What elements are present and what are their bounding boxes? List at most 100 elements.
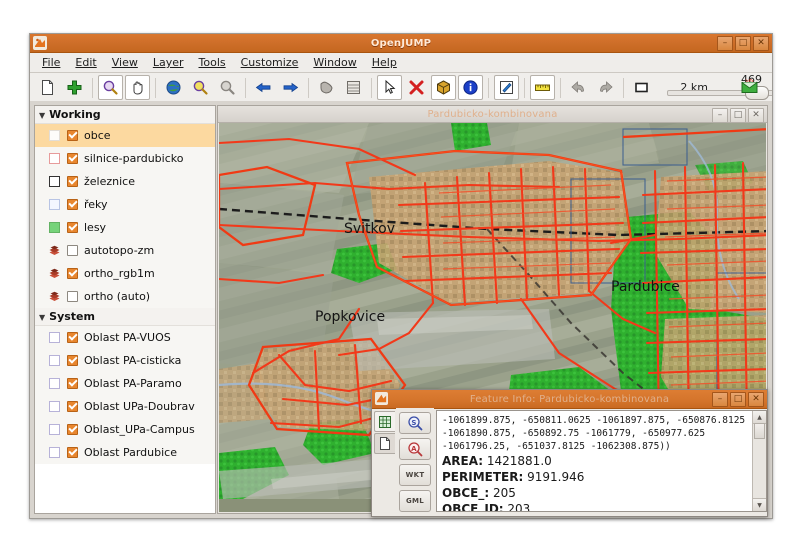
layer-label: silnice-pardubicko xyxy=(84,152,183,165)
forward-button[interactable] xyxy=(278,75,303,100)
map-label: Svitkov xyxy=(344,221,395,237)
layer-row-oblast-pa-paramo[interactable]: Oblast PA-Paramo xyxy=(35,372,215,395)
layer-row-silnice-pardubicko[interactable]: silnice-pardubicko xyxy=(35,147,215,170)
undo-button[interactable] xyxy=(566,75,591,100)
table-view-tab[interactable] xyxy=(374,411,395,432)
maximize-button[interactable]: □ xyxy=(735,36,751,51)
layer-visibility-checkbox[interactable] xyxy=(67,130,78,141)
layer-row-oblast-upa-campus[interactable]: Oblast_UPa-Campus xyxy=(35,418,215,441)
layer-row-oblast-pa-vuos[interactable]: Oblast PA-VUOS xyxy=(35,326,215,349)
layer-visibility-checkbox[interactable] xyxy=(67,222,78,233)
menu-layer-label: Layer xyxy=(153,56,184,69)
menu-tools[interactable]: Tools xyxy=(192,54,233,71)
layer-row-zeleznice[interactable]: železnice xyxy=(35,170,215,193)
layer-row-ortho-auto[interactable]: ortho (auto) xyxy=(35,285,215,308)
menu-view[interactable]: View xyxy=(105,54,145,71)
menu-edit[interactable]: Edit xyxy=(68,54,103,71)
layer-visibility-checkbox[interactable] xyxy=(67,268,78,279)
layer-row-reky[interactable]: řeky xyxy=(35,193,215,216)
map-minimize-button[interactable]: – xyxy=(712,108,728,123)
measure-button[interactable] xyxy=(530,75,555,100)
layer-visibility-checkbox[interactable] xyxy=(67,332,78,343)
layer-visibility-checkbox[interactable] xyxy=(67,401,78,412)
zoom-tool-button[interactable] xyxy=(98,75,123,100)
layer-visibility-checkbox[interactable] xyxy=(67,245,78,256)
flag-feature-button[interactable]: A xyxy=(399,438,431,460)
draw-rectangle-button[interactable] xyxy=(629,75,654,100)
menu-tools-label: Tools xyxy=(199,56,226,69)
zoom-to-selected-button[interactable] xyxy=(188,75,213,100)
feature-info-textarea[interactable]: -1061899.875, -650811.0625 -1061897.875,… xyxy=(436,410,767,512)
layer-visibility-checkbox[interactable] xyxy=(67,176,78,187)
menu-customize[interactable]: Customize xyxy=(234,54,306,71)
fi-maximize-button[interactable]: □ xyxy=(730,392,746,407)
feature-info-button[interactable] xyxy=(458,75,483,100)
layer-row-oblast-pardubice[interactable]: Oblast Pardubice xyxy=(35,441,215,464)
layer-visibility-checkbox[interactable] xyxy=(67,355,78,366)
zoom-to-feature-button[interactable]: S xyxy=(399,412,431,434)
select-features-button[interactable] xyxy=(431,75,456,100)
wkt-button[interactable]: WKT xyxy=(399,464,431,486)
layer-row-oblast-pa-cisticka[interactable]: Oblast PA-cisticka xyxy=(35,349,215,372)
map-window-titlebar[interactable]: Pardubicko-kombinovana – □ ✕ xyxy=(218,106,767,123)
select-tool-button[interactable] xyxy=(377,75,402,100)
layer-visibility-checkbox[interactable] xyxy=(67,153,78,164)
openjump-logo-icon xyxy=(375,392,389,406)
magnifier-blue-icon: S xyxy=(407,415,423,431)
edit-button[interactable] xyxy=(494,75,519,100)
layer-row-lesy[interactable]: lesy xyxy=(35,216,215,239)
tree-section-system[interactable]: ▼ System xyxy=(35,308,215,326)
add-layer-button[interactable] xyxy=(62,75,87,100)
close-button[interactable]: ✕ xyxy=(753,36,769,51)
fi-minimize-button[interactable]: – xyxy=(712,392,728,407)
menu-help[interactable]: Help xyxy=(365,54,404,71)
feature-info-actions: S A WKT GML xyxy=(396,408,434,516)
document-view-tab[interactable] xyxy=(374,433,395,454)
zoom-full-extent-button[interactable] xyxy=(161,75,186,100)
scrollbar-thumb[interactable] xyxy=(754,423,765,439)
attribute-table-button[interactable] xyxy=(341,75,366,100)
toolbar-separator xyxy=(488,78,489,98)
delete-selection-button[interactable] xyxy=(404,75,429,100)
map-maximize-button[interactable]: □ xyxy=(730,108,746,123)
new-task-button[interactable] xyxy=(35,75,60,100)
layer-visibility-checkbox[interactable] xyxy=(67,447,78,458)
gml-button[interactable]: GML xyxy=(399,490,431,512)
feature-info-titlebar[interactable]: Feature Info: Pardubicko-kombinovana – □… xyxy=(372,390,767,409)
map-label: Pardubice xyxy=(611,279,680,295)
document-page-icon xyxy=(379,437,391,450)
menu-layer[interactable]: Layer xyxy=(146,54,191,71)
openjump-logo-icon xyxy=(33,36,47,50)
layer-symbol xyxy=(49,176,60,187)
layer-row-autotopo-zm[interactable]: autotopo-zm xyxy=(35,239,215,262)
layer-row-oblast-upa-doubrav[interactable]: Oblast UPa-Doubrav xyxy=(35,395,215,418)
layer-visibility-checkbox[interactable] xyxy=(67,291,78,302)
layer-symbol xyxy=(49,447,60,458)
map-close-button[interactable]: ✕ xyxy=(748,108,764,123)
layer-label: Oblast_UPa-Campus xyxy=(84,423,195,436)
scroll-down-arrow-icon[interactable]: ▼ xyxy=(753,498,766,511)
zoom-previous-button[interactable] xyxy=(215,75,240,100)
menu-window[interactable]: Window xyxy=(306,54,363,71)
feature-info-scrollbar[interactable]: ▲ ▼ xyxy=(752,411,766,511)
pan-tool-button[interactable] xyxy=(125,75,150,100)
fi-close-button[interactable]: ✕ xyxy=(748,392,764,407)
redo-button[interactable] xyxy=(593,75,618,100)
attribute-row-perimeter: PERIMETER: 9191.946 xyxy=(442,469,761,485)
gps-icon[interactable]: GPS xyxy=(741,79,758,97)
layer-tree-panel: ▼ Working obce silnice-pardubicko želez xyxy=(34,105,216,514)
raster-layer-icon xyxy=(49,268,60,279)
layer-visibility-checkbox[interactable] xyxy=(67,199,78,210)
main-titlebar[interactable]: OpenJUMP – □ ✕ xyxy=(30,34,772,53)
layer-row-ortho-rgb1m[interactable]: ortho_rgb1m xyxy=(35,262,215,285)
layer-visibility-checkbox[interactable] xyxy=(67,424,78,435)
tree-section-working[interactable]: ▼ Working xyxy=(35,106,215,124)
back-button[interactable] xyxy=(251,75,276,100)
layer-visibility-checkbox[interactable] xyxy=(67,378,78,389)
menu-file[interactable]: File xyxy=(35,54,67,71)
undo-arrow-icon xyxy=(570,79,587,96)
layer-properties-button[interactable] xyxy=(314,75,339,100)
raster-layer-icon xyxy=(49,245,60,256)
minimize-button[interactable]: – xyxy=(717,36,733,51)
layer-row-obce[interactable]: obce xyxy=(35,124,215,147)
